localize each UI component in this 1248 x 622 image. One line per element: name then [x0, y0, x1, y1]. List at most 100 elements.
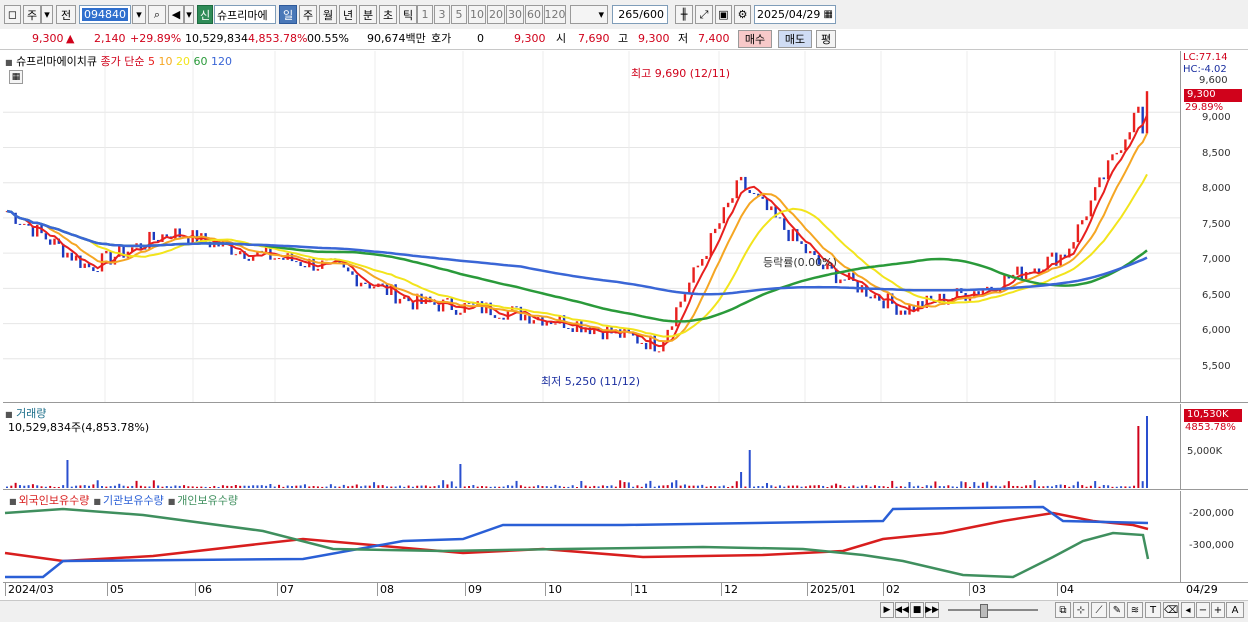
volume-bar: [1012, 485, 1015, 488]
type-dropdown-icon[interactable]: ▾: [41, 5, 53, 24]
draw-icon[interactable]: ✎: [1109, 602, 1125, 618]
volume-bar: [994, 485, 997, 488]
fib-icon[interactable]: ≋: [1127, 602, 1143, 618]
gear-icon[interactable]: ⚙: [734, 5, 751, 24]
y-tick: 9,000: [1202, 112, 1231, 123]
main-toolbar: ◻ 주 ▾ 전 094840 ▾ ⌕ ◀ ▾ 신 슈프리마에 ▾ 265/600…: [0, 0, 1248, 30]
type-select[interactable]: 주: [23, 5, 41, 24]
period-tab-1[interactable]: 주: [299, 5, 317, 24]
eraser-icon[interactable]: ⌫: [1163, 602, 1179, 618]
zoom-icon[interactable]: ⤢: [695, 5, 713, 24]
volume: 10,529,834: [185, 32, 248, 45]
save-icon[interactable]: ▣: [715, 5, 732, 24]
buy-button[interactable]: 매수: [738, 30, 772, 48]
quote-bar: 9,300 ▲ 2,140 +29.89% 10,529,834 4,853.7…: [0, 29, 1248, 50]
candle: [403, 296, 406, 299]
interval-button-60[interactable]: 60: [525, 5, 543, 24]
volume-bar: [1111, 486, 1114, 488]
zoom-slider[interactable]: [948, 609, 1038, 611]
volume-tag: 10,530K: [1184, 409, 1242, 422]
volume-bar: [584, 485, 587, 488]
stop-icon[interactable]: ■: [910, 602, 924, 618]
scroll-next-icon[interactable]: ▶: [880, 602, 894, 618]
holding-legend-item: 개인보유수량: [177, 494, 238, 507]
forward-icon[interactable]: ▶▶: [925, 602, 939, 618]
candle: [316, 268, 320, 271]
crosshair-icon[interactable]: ⊹: [1073, 602, 1089, 618]
candle: [433, 302, 436, 305]
zoom-out-icon[interactable]: −: [1196, 602, 1210, 618]
candle: [1016, 266, 1019, 275]
period-tab-0[interactable]: 일: [279, 5, 297, 24]
code-dropdown-icon[interactable]: ▾: [132, 5, 146, 24]
interval-button-30[interactable]: 30: [506, 5, 524, 24]
interval-button-10[interactable]: 10: [468, 5, 486, 24]
volume-bar: [571, 485, 574, 488]
volume-bar: [1003, 485, 1006, 488]
volume-bar: [1033, 480, 1036, 488]
min-annotation: 최저 5,250 (11/12): [541, 375, 641, 388]
volume-bar: [221, 485, 224, 488]
volume-bar: [135, 480, 138, 488]
volume-bar: [83, 485, 86, 488]
calendar-icon[interactable]: ▦: [824, 9, 833, 20]
ma-line-60: [6, 209, 1148, 323]
volume-bar: [835, 483, 838, 488]
high-label: 고: [618, 32, 629, 45]
period-tab-2[interactable]: 월: [319, 5, 337, 24]
prev-button[interactable]: 전: [56, 5, 76, 24]
volume-bar: [101, 486, 103, 488]
trend-icon[interactable]: ⟋: [1091, 602, 1107, 618]
period-tab-5[interactable]: 초: [379, 5, 397, 24]
volume-bar: [502, 486, 505, 488]
holding-pane[interactable]: ■ 외국인보유수량 ■ 기관보유수량 ■ 개인보유수량: [3, 491, 1180, 583]
font-size-icon[interactable]: A: [1226, 602, 1244, 618]
volume-bar: [291, 486, 293, 488]
volume-bar: [493, 486, 496, 488]
text-tool-icon[interactable]: T: [1145, 602, 1161, 618]
period-tab-4[interactable]: 분: [359, 5, 377, 24]
volume-bar: [1107, 485, 1110, 488]
volume-bar: [722, 485, 725, 488]
volume-bar: [1085, 486, 1088, 488]
interval-button-120[interactable]: 120: [544, 5, 566, 24]
interval-button-3[interactable]: 3: [434, 5, 450, 24]
sell-button[interactable]: 매도: [778, 30, 812, 48]
window-icon[interactable]: ◻: [4, 5, 21, 24]
price-pane[interactable]: ■ 슈프리마에이치큐 종가 단순 5 10 20 60 120 ▦ 최고 9,6…: [3, 51, 1180, 403]
interval-button-5[interactable]: 5: [451, 5, 467, 24]
search-icon[interactable]: ⌕: [148, 5, 166, 24]
zoom-in-icon[interactable]: +: [1211, 602, 1225, 618]
interval-button-20[interactable]: 20: [487, 5, 505, 24]
table-icon[interactable]: ▦: [9, 70, 23, 84]
candle: [66, 252, 69, 258]
top-tick: 9,600: [1199, 75, 1228, 86]
scroll-left-icon[interactable]: ◂: [1181, 602, 1195, 618]
date-field[interactable]: 2025/04/29 ▦: [754, 5, 836, 24]
volume-bar: [675, 480, 678, 488]
volume-pane[interactable]: ■ 거래량 10,529,834주(4,853.78%): [3, 404, 1180, 490]
interval-dropdown[interactable]: ▾: [570, 5, 608, 24]
layout-icon[interactable]: ⧉: [1055, 602, 1071, 618]
candle: [701, 259, 704, 266]
rewind-icon[interactable]: ◀◀: [895, 602, 909, 618]
candle: [1132, 112, 1136, 133]
period-tab-3[interactable]: 년: [339, 5, 357, 24]
count-total: /600: [639, 8, 664, 21]
volume-bar: [485, 486, 488, 488]
zoom-slider-handle[interactable]: [980, 604, 988, 618]
candle: [351, 271, 354, 275]
speaker-icon[interactable]: ◀: [168, 5, 184, 24]
candle-icon[interactable]: ╫: [675, 5, 693, 24]
period-tab-6[interactable]: 틱: [399, 5, 417, 24]
avg-button[interactable]: 평: [816, 30, 836, 48]
volume-bar: [308, 486, 311, 488]
price-axis[interactable]: LC:77.14 HC:-4.02 9,600 9,300 29.89% 9,0…: [1180, 51, 1248, 403]
speaker-dropdown-icon[interactable]: ▾: [184, 5, 194, 24]
interval-button-1[interactable]: 1: [417, 5, 433, 24]
volume-bar: [92, 484, 95, 488]
volume-bar: [826, 486, 829, 488]
code-input[interactable]: 094840: [79, 5, 131, 24]
volume-bar: [774, 486, 777, 488]
count-field[interactable]: 265/600: [612, 5, 668, 24]
